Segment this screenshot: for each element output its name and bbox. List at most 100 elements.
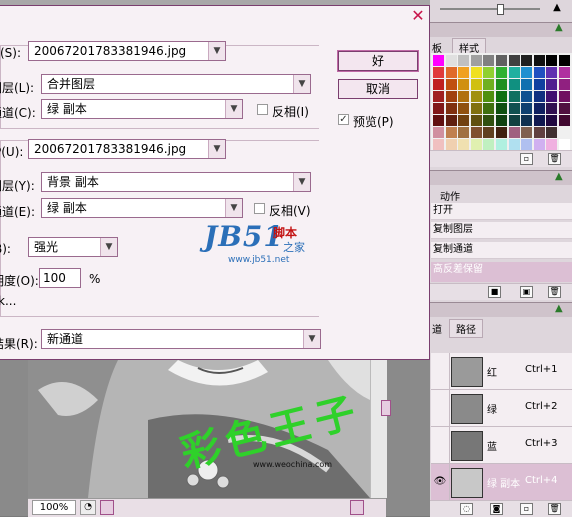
collapse-icon[interactable]: ▲ [555,303,563,314]
color-swatch[interactable] [559,67,570,78]
color-swatch[interactable] [521,127,533,138]
color-swatch[interactable] [458,91,470,102]
color-swatch[interactable] [483,55,495,66]
status-menu-icon[interactable]: ◔ [80,500,96,515]
channel2-select[interactable]: 绿 副本 ▼ [41,198,243,218]
color-swatch[interactable] [533,103,545,114]
color-swatch[interactable] [433,115,444,126]
color-swatch[interactable] [433,91,444,102]
color-swatch[interactable] [559,115,570,126]
color-swatch[interactable] [458,127,470,138]
color-swatch[interactable] [533,139,545,150]
color-swatch[interactable] [546,55,558,66]
color-swatch[interactable] [533,79,545,90]
zoom-in-icon[interactable]: ▲ [550,2,564,14]
cancel-button[interactable]: 取消 [338,79,418,99]
color-swatch[interactable] [470,67,482,78]
trash-icon[interactable]: 🗑 [548,153,561,165]
action-item[interactable]: 复制通道 [431,242,572,259]
color-swatch[interactable] [483,103,495,114]
color-swatch[interactable] [433,103,444,114]
color-swatch[interactable] [508,67,520,78]
color-swatch[interactable] [483,79,495,90]
visibility-toggle[interactable] [431,353,450,389]
new-channel-icon[interactable]: ▫ [520,503,533,515]
color-swatch[interactable] [433,79,444,90]
zoom-field[interactable]: 100% [32,500,76,515]
color-swatch[interactable] [496,91,507,102]
color-swatch[interactable] [521,55,533,66]
color-swatch[interactable] [508,103,520,114]
color-swatch[interactable] [533,91,545,102]
action-item[interactable]: 打开 [431,203,572,220]
load-selection-icon[interactable]: ◌ [460,503,473,515]
color-swatch[interactable] [533,127,545,138]
color-swatch[interactable] [445,103,457,114]
color-swatch[interactable] [533,55,545,66]
tab-actions[interactable]: 动作 [440,188,460,203]
color-swatch[interactable] [508,115,520,126]
color-swatch[interactable] [445,67,457,78]
color-swatch[interactable] [483,127,495,138]
color-swatch[interactable] [546,91,558,102]
tab-channels[interactable]: 道 [432,321,442,336]
color-swatch[interactable] [458,55,470,66]
color-swatch[interactable] [496,79,507,90]
vertical-scrollbar[interactable] [370,360,387,498]
color-swatch[interactable] [458,67,470,78]
invert1-checkbox[interactable] [257,104,268,115]
layer2-select[interactable]: 背景 副本 ▼ [41,172,311,192]
zoom-slider-thumb[interactable] [497,4,504,15]
preview-checkbox[interactable]: ✓ [338,114,349,125]
invert2-checkbox[interactable] [254,203,265,214]
color-swatch[interactable] [508,79,520,90]
stop-icon[interactable]: ■ [488,286,501,298]
color-swatch[interactable] [508,55,520,66]
color-swatch[interactable] [483,67,495,78]
color-swatch[interactable] [458,139,470,150]
color-swatch[interactable] [445,55,457,66]
color-swatch[interactable] [445,115,457,126]
channel-row-selected[interactable]: 👁 绿 副本 Ctrl+4 [431,464,572,501]
color-swatch[interactable] [496,67,507,78]
zoom-slider-track[interactable] [440,8,540,10]
result-select[interactable]: 新通道 ▼ [41,329,321,349]
color-swatch[interactable] [521,79,533,90]
visibility-toggle[interactable] [431,427,450,463]
color-swatch[interactable] [496,127,507,138]
hscroll-right-thumb[interactable] [350,500,364,515]
color-swatch[interactable] [508,127,520,138]
color-swatch[interactable] [533,67,545,78]
color-swatch[interactable] [521,115,533,126]
color-swatch[interactable] [483,115,495,126]
trash-icon[interactable]: 🗑 [548,286,561,298]
color-swatch[interactable] [521,67,533,78]
channel1-select[interactable]: 绿 副本 ▼ [41,99,243,119]
layer1-select[interactable]: 合并图层 ▼ [41,74,311,94]
color-swatch[interactable] [559,127,570,138]
eye-icon[interactable]: 👁 [431,464,450,500]
hscroll-left-thumb[interactable] [100,500,114,515]
blend-select[interactable]: 强光 ▼ [28,237,118,257]
channel-row[interactable]: 绿 Ctrl+2 [431,390,572,427]
collapse-icon[interactable]: ▲ [555,22,563,33]
color-swatch[interactable] [559,91,570,102]
color-swatch[interactable] [496,139,507,150]
color-swatch[interactable] [470,139,482,150]
source2-select[interactable]: 20067201783381946.jpg ▼ [28,139,226,159]
new-swatch-icon[interactable]: ▫ [520,153,533,165]
scroll-thumb-v[interactable] [381,400,391,416]
color-swatch[interactable] [458,103,470,114]
color-swatch[interactable] [470,91,482,102]
color-swatch[interactable] [559,139,570,150]
trash-icon[interactable]: 🗑 [548,503,561,515]
swatch-grid[interactable] [431,53,572,151]
color-swatch[interactable] [433,55,444,66]
color-swatch[interactable] [483,91,495,102]
color-swatch[interactable] [445,139,457,150]
color-swatch[interactable] [433,139,444,150]
color-swatch[interactable] [546,115,558,126]
color-swatch[interactable] [496,103,507,114]
save-selection-icon[interactable]: ◙ [490,503,503,515]
color-swatch[interactable] [521,91,533,102]
